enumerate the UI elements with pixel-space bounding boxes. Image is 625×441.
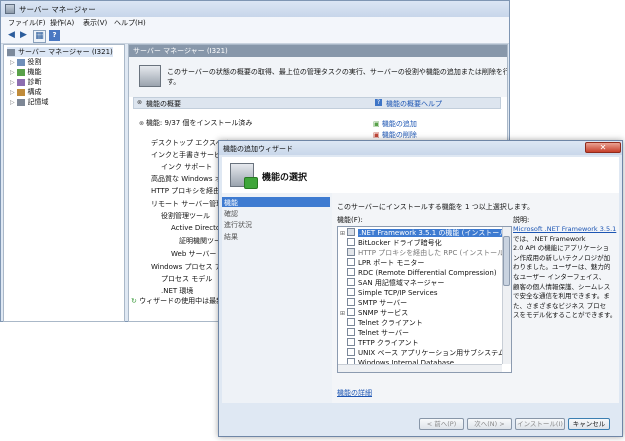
collapse-icon[interactable]: ⊗ (139, 120, 146, 127)
list-item[interactable]: ⊞ SNMP サービス (340, 308, 408, 318)
collapse-icon[interactable]: ⊗ (137, 99, 142, 106)
list-item[interactable]: ⊞ .NET Framework 3.5.1 の機能 (インストール済み) (340, 228, 511, 238)
list-item[interactable]: TFTP クライアント (340, 338, 419, 348)
checkbox[interactable] (347, 248, 355, 256)
server-manager-large-icon (139, 65, 161, 87)
wizard-instruction: このサーバーにインストールする機能を 1 つ以上選択します。 (337, 203, 534, 211)
add-features-action[interactable]: ▣ 機能の追加 (373, 119, 417, 129)
back-icon[interactable]: ◀ (6, 30, 17, 41)
tree-item-configuration[interactable]: ▷ 構成 (10, 87, 42, 97)
checkbox[interactable] (347, 338, 355, 346)
dotnet-framework-link[interactable]: Microsoft .NET Framework 3.5.1 (513, 225, 616, 233)
checkbox[interactable] (347, 278, 355, 286)
remove-features-action[interactable]: ▣ 機能の削除 (373, 130, 417, 140)
list-item[interactable]: UNIX ベース アプリケーション用サブシステム (340, 348, 505, 358)
tree-item-diagnostics[interactable]: ▷ 診断 (10, 77, 42, 87)
list-item[interactable]: BitLocker ドライブ暗号化 (340, 238, 442, 248)
nav-step-confirm[interactable]: 確認 (224, 209, 238, 219)
description-label: 説明: (513, 216, 530, 224)
wizard-header: 機能の選択 (222, 157, 619, 193)
nav-step-progress[interactable]: 進行状況 (224, 220, 252, 230)
checkbox[interactable] (347, 268, 355, 276)
menu-bar: ファイル(F) 操作(A) 表示(V) ヘルプ(H) (1, 17, 509, 29)
list-item[interactable]: RDC (Remote Differential Compression) (340, 268, 497, 278)
next-button[interactable]: 次へ(N) > (467, 418, 512, 430)
title-bar: サーバー マネージャー (1, 1, 509, 17)
checkbox[interactable] (347, 288, 355, 296)
window-title: サーバー マネージャー (19, 5, 96, 14)
wizard-heading: 機能の選択 (262, 173, 308, 183)
nav-step-results[interactable]: 結果 (224, 232, 238, 242)
nav-step-features[interactable]: 機能 (224, 198, 238, 208)
menu-file[interactable]: ファイル(F) (8, 18, 46, 28)
menu-help[interactable]: ヘルプ(H) (114, 18, 146, 28)
plus-badge-icon (244, 177, 258, 189)
feature-details-link[interactable]: 機能の詳細 (337, 388, 372, 398)
menu-action[interactable]: 操作(A) (50, 18, 74, 28)
list-item[interactable]: SMTP サーバー (340, 298, 407, 308)
tree-item-storage[interactable]: ▷ 記憶域 (10, 97, 49, 107)
show-hide-tree-icon[interactable]: ▦ (33, 30, 46, 43)
scrollbar-thumb[interactable] (503, 236, 510, 286)
features-summary-header[interactable]: ⊗ 機能の概要 ? 機能の概要ヘルプ (133, 97, 501, 109)
checkbox[interactable] (347, 228, 355, 236)
list-item[interactable]: HTTP プロキシを経由した RPC (インストール済み) (340, 248, 511, 258)
roles-icon (16, 58, 25, 66)
close-icon: ✕ (599, 143, 607, 152)
nav-selection-highlight (222, 197, 330, 207)
server-manager-icon (5, 4, 15, 14)
add-features-icon: ▣ (373, 120, 382, 128)
previous-button[interactable]: < 前へ(P) (419, 418, 464, 430)
cancel-button[interactable]: キャンセル (568, 418, 610, 430)
refresh-icon: ↻ (131, 297, 140, 305)
features-label: 機能(F): (337, 216, 363, 224)
summary-description: このサーバーの状態の概要の取得、最上位の管理タスクの実行、サーバーの役割や機能の… (129, 57, 507, 97)
checkbox[interactable] (347, 258, 355, 266)
wizard-title-bar: 機能の追加ウィザード ✕ (219, 141, 622, 155)
toolbar: ◀ ▶ ▦ ? (1, 29, 509, 44)
list-item[interactable]: Telnet サーバー (340, 328, 409, 338)
checkbox[interactable] (347, 238, 355, 246)
wizard-title: 機能の追加ウィザード (223, 145, 293, 153)
tree-item-features[interactable]: ▷ 機能 (10, 67, 42, 77)
list-item[interactable]: SAN 用記憶域マネージャー (340, 278, 444, 288)
help-icon[interactable]: ? (49, 30, 60, 41)
close-button[interactable]: ✕ (585, 142, 621, 153)
main-pane-header: サーバー マネージャー (I321) (129, 45, 507, 57)
diagnostics-icon (16, 78, 25, 86)
server-icon (7, 48, 15, 56)
features-list[interactable]: ⊞ .NET Framework 3.5.1 の機能 (インストール済み) Bit… (337, 226, 512, 373)
remove-features-icon: ▣ (373, 131, 382, 139)
menu-view[interactable]: 表示(V) (83, 18, 107, 28)
tree-item-roles[interactable]: ▷ 役割 (10, 57, 42, 67)
list-item[interactable]: Telnet クライアント (340, 318, 423, 328)
checkbox[interactable] (347, 318, 355, 326)
checkbox[interactable] (347, 328, 355, 336)
features-summary-help-link[interactable]: 機能の概要ヘルプ (386, 99, 442, 109)
feature-description: Microsoft .NET Framework 3.5.1 では、.NET F… (513, 225, 617, 320)
checkbox[interactable] (347, 298, 355, 306)
install-button[interactable]: インストール(I) (515, 418, 565, 430)
storage-icon (16, 98, 25, 106)
list-item[interactable]: LPR ポート モニター (340, 258, 424, 268)
list-item[interactable]: Simple TCP/IP Services (340, 288, 438, 298)
navigation-tree: サーバー マネージャー (I321) ▷ 役割 ▷ 機能 ▷ 診断 ▷ 構成 ▷… (3, 44, 125, 322)
horizontal-scrollbar[interactable] (338, 364, 502, 372)
installed-count: ⊗ 機能: 9/37 個をインストール済み (139, 119, 253, 127)
configuration-icon (16, 88, 25, 96)
checkbox[interactable] (347, 348, 355, 356)
tree-item-server-manager[interactable]: サーバー マネージャー (I321) (7, 47, 113, 57)
checkbox[interactable] (347, 308, 355, 316)
forward-icon[interactable]: ▶ (18, 30, 29, 41)
help-icon: ? (375, 99, 382, 106)
expand-icon[interactable]: ⊞ (340, 310, 347, 317)
add-features-wizard-dialog: 機能の追加ウィザード ✕ 機能の選択 機能 確認 進行状況 結果 このサーバーに… (218, 140, 623, 437)
features-icon (16, 68, 25, 76)
expand-icon[interactable]: ⊞ (340, 230, 347, 237)
